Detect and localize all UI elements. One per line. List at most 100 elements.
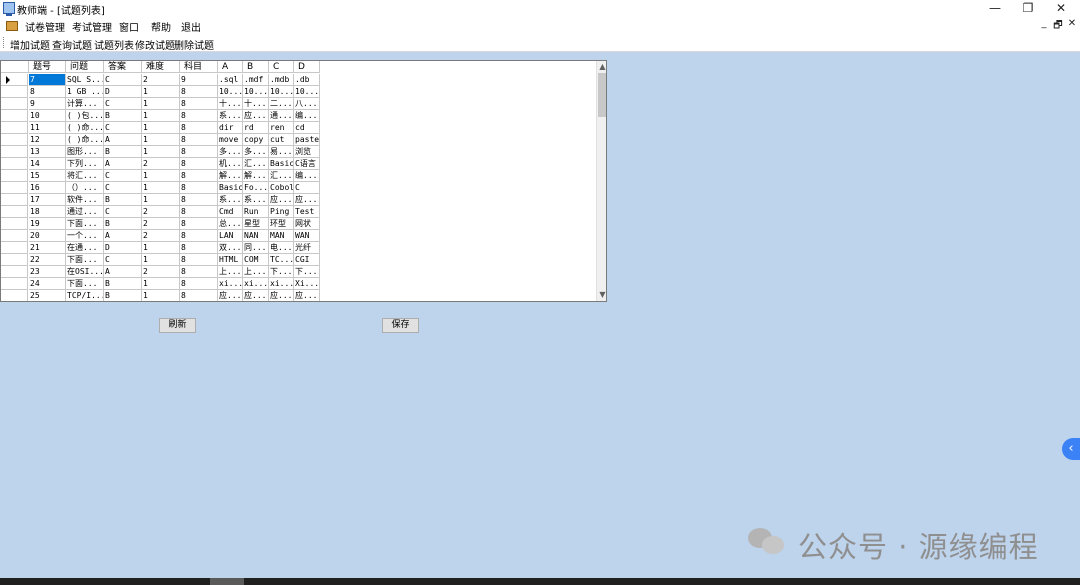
table-row[interactable]: 16 （）... C 1 8 Basic Fo... Cobol C xyxy=(1,182,597,194)
cell-a[interactable]: 系... xyxy=(218,110,243,122)
cell-b[interactable]: 汇... xyxy=(243,158,269,170)
save-button[interactable]: 保存 xyxy=(382,318,419,333)
cell-c[interactable]: TC... xyxy=(269,254,294,266)
cell-a[interactable]: 双... xyxy=(218,242,243,254)
cell-answer[interactable]: D xyxy=(104,86,142,98)
cell-answer[interactable]: B xyxy=(104,218,142,230)
cell-question[interactable]: 图形... xyxy=(66,146,104,158)
table-row[interactable]: 23 在OSI... A 2 8 上... 上... 下... 下... xyxy=(1,266,597,278)
cell-a[interactable]: .sql xyxy=(218,74,243,86)
cell-b[interactable]: Run xyxy=(243,206,269,218)
cell-answer[interactable]: C xyxy=(104,122,142,134)
column-header-id[interactable]: 题号 xyxy=(29,61,66,73)
cell-a[interactable]: LAN xyxy=(218,230,243,242)
cell-b[interactable]: Fo... xyxy=(243,182,269,194)
cell-answer[interactable]: A xyxy=(104,266,142,278)
cell-a[interactable]: HTML xyxy=(218,254,243,266)
cell-question[interactable]: ( )命... xyxy=(66,122,104,134)
cell-b[interactable]: 星型 xyxy=(243,218,269,230)
cell-id[interactable]: 16 xyxy=(29,182,66,194)
scroll-down-icon[interactable]: ▼ xyxy=(597,289,606,301)
cell-question[interactable]: （）... xyxy=(66,182,104,194)
cell-question[interactable]: ( )包... xyxy=(66,110,104,122)
cell-subject[interactable]: 8 xyxy=(180,194,218,206)
cell-b[interactable]: 上... xyxy=(243,266,269,278)
column-header-question[interactable]: 问题 xyxy=(66,61,104,73)
cell-d[interactable]: 八... xyxy=(294,98,320,110)
cell-difficulty[interactable]: 1 xyxy=(142,194,180,206)
cell-id[interactable]: 14 xyxy=(29,158,66,170)
cell-subject[interactable]: 8 xyxy=(180,266,218,278)
column-header-subject[interactable]: 科目 xyxy=(180,61,218,73)
mdi-child-icon[interactable] xyxy=(6,21,18,31)
edit-question-button[interactable]: 修改试题 xyxy=(135,37,175,52)
table-row[interactable]: 13 图形... B 1 8 多... 多... 易... 浏览 xyxy=(1,146,597,158)
cell-c[interactable]: 易... xyxy=(269,146,294,158)
cell-subject[interactable]: 8 xyxy=(180,110,218,122)
cell-a[interactable]: 总... xyxy=(218,218,243,230)
cell-c[interactable]: cut xyxy=(269,134,294,146)
cell-id[interactable]: 15 xyxy=(29,170,66,182)
menu-help[interactable]: 帮助 xyxy=(151,19,171,34)
cell-answer[interactable]: B xyxy=(104,146,142,158)
cell-id[interactable]: 19 xyxy=(29,218,66,230)
cell-answer[interactable]: C xyxy=(104,98,142,110)
table-row[interactable]: 20 一个... A 2 8 LAN NAN MAN WAN xyxy=(1,230,597,242)
cell-answer[interactable]: A xyxy=(104,158,142,170)
cell-answer[interactable]: B xyxy=(104,194,142,206)
cell-d[interactable]: 编... xyxy=(294,110,320,122)
query-question-button[interactable]: 查询试题 xyxy=(52,37,92,52)
scroll-up-icon[interactable]: ▲ xyxy=(597,61,606,73)
cell-question[interactable]: 1 GB ... xyxy=(66,86,104,98)
cell-subject[interactable]: 8 xyxy=(180,230,218,242)
cell-question[interactable]: 通过... xyxy=(66,206,104,218)
table-row[interactable]: 22 下面... C 1 8 HTML COM TC... CGI xyxy=(1,254,597,266)
cell-c[interactable]: 汇... xyxy=(269,170,294,182)
table-row[interactable]: 19 下面... B 2 8 总... 星型 环型 网状 xyxy=(1,218,597,230)
row-header[interactable] xyxy=(1,170,28,182)
row-header[interactable] xyxy=(1,194,28,206)
cell-subject[interactable]: 8 xyxy=(180,278,218,290)
table-row[interactable]: 14 下列... A 2 8 机... 汇... Basic C语言 xyxy=(1,158,597,170)
cell-id[interactable]: 23 xyxy=(29,266,66,278)
cell-difficulty[interactable]: 1 xyxy=(142,182,180,194)
cell-answer[interactable]: A xyxy=(104,230,142,242)
cell-d[interactable]: WAN xyxy=(294,230,320,242)
cell-d[interactable]: cd xyxy=(294,122,320,134)
cell-id[interactable]: 21 xyxy=(29,242,66,254)
cell-a[interactable]: Basic xyxy=(218,182,243,194)
cell-question[interactable]: 下面... xyxy=(66,278,104,290)
table-row[interactable]: 15 将汇... C 1 8 解... 解... 汇... 编... xyxy=(1,170,597,182)
cell-a[interactable]: xi... xyxy=(218,278,243,290)
cell-c[interactable]: Ping xyxy=(269,206,294,218)
cell-d[interactable]: 光纤 xyxy=(294,242,320,254)
cell-answer[interactable]: C xyxy=(104,170,142,182)
cell-answer[interactable]: B xyxy=(104,110,142,122)
cell-subject[interactable]: 8 xyxy=(180,182,218,194)
table-row[interactable]: 7 SQL S... C 2 9 .sql .mdf .mdb .db xyxy=(1,74,597,86)
cell-c[interactable]: ren xyxy=(269,122,294,134)
cell-b[interactable]: xi... xyxy=(243,278,269,290)
cell-id[interactable]: 10 xyxy=(29,110,66,122)
mdi-close-icon[interactable]: ✕ xyxy=(1066,18,1078,29)
cell-subject[interactable]: 8 xyxy=(180,158,218,170)
menu-exam-management[interactable]: 考试管理 xyxy=(72,19,112,34)
cell-answer[interactable]: B xyxy=(104,278,142,290)
table-row[interactable]: 9 计算... C 1 8 十... 十... 二... 八... xyxy=(1,98,597,110)
row-header[interactable] xyxy=(1,242,28,254)
cell-a[interactable]: dir xyxy=(218,122,243,134)
cell-difficulty[interactable]: 1 xyxy=(142,146,180,158)
row-header[interactable] xyxy=(1,206,28,218)
cell-a[interactable]: 十... xyxy=(218,98,243,110)
cell-answer[interactable]: C xyxy=(104,74,142,86)
cell-id[interactable]: 8 xyxy=(29,86,66,98)
cell-a[interactable]: 系... xyxy=(218,194,243,206)
table-row[interactable]: 12( )命... A 1 8 move copy cut paste xyxy=(1,134,597,146)
cell-subject[interactable]: 8 xyxy=(180,254,218,266)
cell-difficulty[interactable]: 2 xyxy=(142,230,180,242)
cell-d[interactable]: 应... xyxy=(294,194,320,206)
mdi-minimize-icon[interactable]: _ xyxy=(1038,18,1050,29)
cell-d[interactable]: CGI xyxy=(294,254,320,266)
cell-d[interactable]: 下... xyxy=(294,266,320,278)
scroll-thumb[interactable] xyxy=(598,73,606,117)
